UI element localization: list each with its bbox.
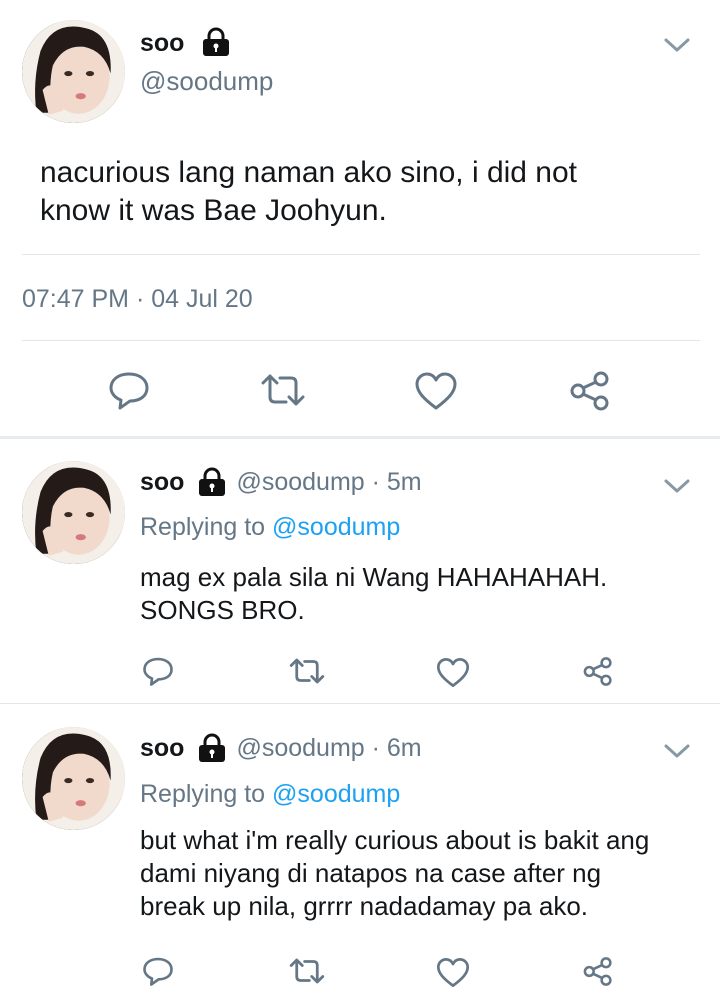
reply-icon (143, 957, 173, 986)
reply-icon (109, 372, 149, 410)
heart-icon (436, 957, 470, 987)
tweet-text: mag ex pala sila ni Wang HAHAHAHAH. SONG… (140, 561, 710, 627)
replying-to-link[interactable]: @soodump (272, 780, 400, 808)
retweet-icon (289, 958, 325, 984)
tweet-text: but what i'm really curious about is bak… (140, 824, 715, 923)
retweet-button[interactable] (287, 955, 327, 987)
timestamp[interactable]: 07:47 PM · 04 Jul 20 (22, 285, 253, 314)
reply-button[interactable] (140, 954, 176, 988)
share-button[interactable] (567, 369, 613, 413)
reply-button[interactable] (140, 654, 176, 688)
divider (22, 340, 700, 341)
username-handle[interactable]: @soodump · 6m (236, 734, 421, 763)
divider (22, 254, 700, 255)
username-handle[interactable]: @soodump · 5m (236, 468, 421, 497)
retweet-icon (289, 658, 325, 684)
lock-icon (196, 733, 228, 763)
share-icon (583, 656, 612, 686)
avatar[interactable] (22, 20, 125, 123)
replying-to-link[interactable]: @soodump (272, 513, 400, 541)
lock-icon (196, 467, 228, 497)
like-button[interactable] (413, 370, 459, 412)
replying-to-label: Replying to (140, 513, 273, 541)
display-name[interactable]: soo (140, 28, 184, 58)
heart-icon (415, 372, 457, 410)
divider (0, 436, 720, 439)
chevron-down-icon[interactable] (663, 36, 691, 54)
tweet-text-line: SONGS BRO. (140, 595, 305, 625)
like-button[interactable] (435, 655, 471, 689)
display-name[interactable]: soo (140, 734, 184, 763)
replying-to-label: Replying to (140, 780, 273, 808)
chevron-down-icon[interactable] (663, 742, 691, 760)
reply-icon (143, 657, 173, 686)
tweet-text-line: dami niyang di natapos na case after ng (140, 858, 602, 888)
retweet-icon (261, 374, 305, 406)
share-icon (570, 371, 609, 411)
reply-header: soo @soodump · 5m (140, 466, 422, 498)
replying-to: Replying to @soodump (140, 780, 400, 809)
reply-header: soo @soodump · 6m (140, 732, 422, 764)
display-name[interactable]: soo (140, 468, 184, 497)
retweet-button[interactable] (258, 370, 308, 410)
replying-to: Replying to @soodump (140, 513, 400, 542)
tweet-text-line: but what i'm really curious about is bak… (140, 825, 650, 855)
like-button[interactable] (435, 955, 471, 989)
chevron-down-icon[interactable] (663, 477, 691, 495)
avatar[interactable] (22, 461, 125, 564)
share-icon (583, 956, 612, 986)
avatar[interactable] (22, 727, 125, 830)
tweet-text-line: mag ex pala sila ni Wang HAHAHAHAH. (140, 562, 608, 592)
tweet-text-line: break up nila, grrrr nadadamay pa ako. (140, 891, 589, 921)
retweet-button[interactable] (287, 655, 327, 687)
username-handle[interactable]: @soodump (140, 66, 273, 96)
heart-icon (436, 657, 470, 687)
share-button[interactable] (580, 954, 616, 988)
tweet-text: nacurious lang naman ako sino, i did not… (40, 154, 700, 230)
tweet-text-line: know it was Bae Joohyun. (40, 194, 387, 227)
share-button[interactable] (580, 654, 616, 688)
tweet-text-line: nacurious lang naman ako sino, i did not (40, 156, 578, 189)
lock-icon (200, 27, 232, 57)
reply-button[interactable] (105, 368, 153, 412)
divider (0, 703, 720, 704)
